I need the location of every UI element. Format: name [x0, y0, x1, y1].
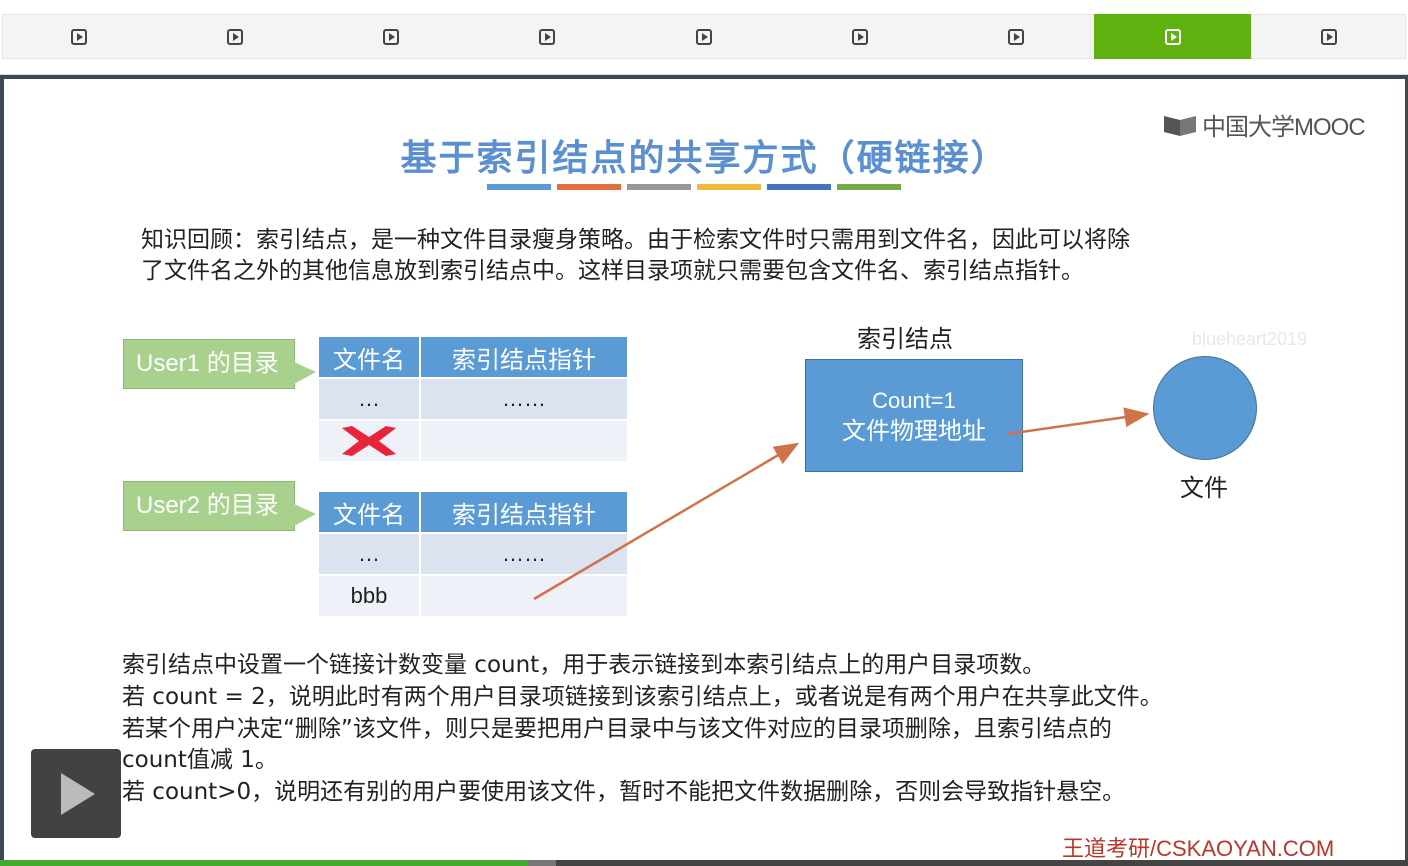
- play-square-icon: [1320, 28, 1337, 45]
- play-square-icon: [852, 28, 868, 45]
- notes: 索引结点中设置一个链接计数变量 count，用于表示链接到本索引结点上的用户目录…: [122, 650, 1163, 809]
- note-line: 若 count = 2，说明此时有两个用户目录项链接到该索引结点上，或者说是有两…: [122, 683, 1163, 710]
- note-line: 索引结点中设置一个链接计数变量 count，用于表示链接到本索引结点上的用户目录…: [122, 652, 1046, 678]
- progress-played: [0, 860, 528, 866]
- chapter-nav-item-5[interactable]: [625, 14, 782, 59]
- note-line: 若 count>0，说明还有别的用户要使用该文件，暂时不能把文件数据删除，否则会…: [122, 779, 1126, 806]
- chapter-nav-item-1[interactable]: [0, 14, 157, 59]
- play-square-icon: [539, 28, 556, 45]
- chapter-nav-item-7[interactable]: [938, 14, 1095, 59]
- note-line: 若某个用户决定“删除”该文件，则只是要把用户目录中与该文件对应的目录项删除，且索…: [122, 715, 1112, 742]
- play-square-icon: [70, 28, 87, 45]
- chapter-nav-item-2[interactable]: [156, 14, 313, 59]
- play-square-icon: [383, 28, 400, 45]
- play-square-icon: [1008, 28, 1025, 45]
- chapter-nav-item-4[interactable]: [469, 14, 626, 59]
- note-line: count值减 1。: [122, 747, 278, 774]
- chapter-nav-item-3[interactable]: [313, 14, 470, 59]
- progress-buffered: [528, 860, 557, 866]
- chapter-nav-item-8[interactable]: [1094, 14, 1252, 59]
- pointer-arrow-user2: [533, 442, 800, 601]
- play-button[interactable]: [31, 749, 121, 838]
- address-arrow-file: [1006, 407, 1150, 436]
- play-square-icon: [1164, 28, 1181, 45]
- progress-bar[interactable]: [0, 860, 1408, 866]
- play-square-icon: [226, 28, 243, 45]
- play-square-icon: [695, 28, 712, 45]
- chapter-nav-item-9[interactable]: [1250, 14, 1407, 59]
- slide: 中国大学MOOC 基于索引结点的共享方式（硬链接） 知识回顾：索引结点，是一种文…: [4, 79, 1405, 860]
- chapter-nav-item-6[interactable]: [782, 14, 939, 59]
- footer-brand: 王道考研/CSKAOYAN.COM: [1062, 836, 1335, 860]
